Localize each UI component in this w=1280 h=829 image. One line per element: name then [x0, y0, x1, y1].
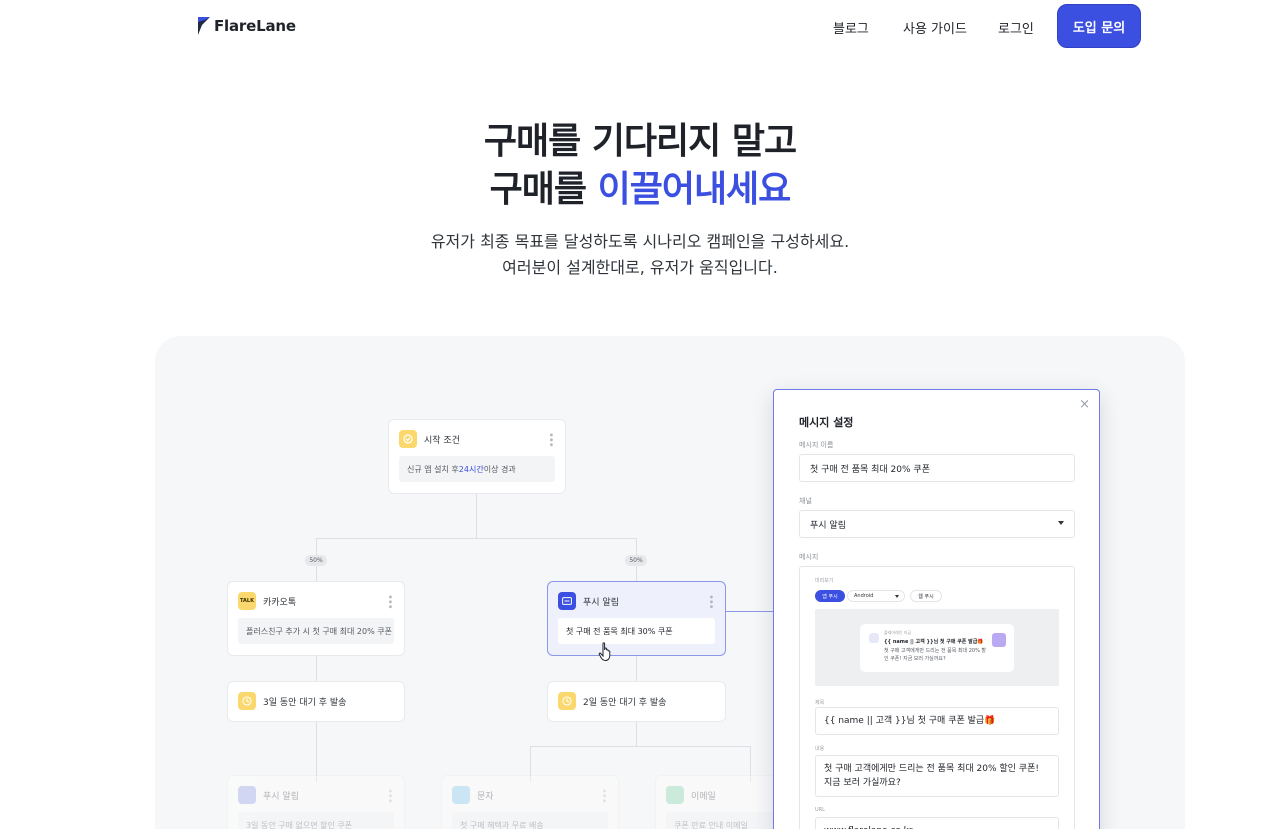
node-title: 시작 조건: [424, 435, 460, 446]
node-title: 카카오톡: [263, 597, 297, 608]
hero-title-line1: 구매를 기다리지 말고: [483, 121, 797, 162]
message-label: 메시지: [799, 553, 819, 561]
node-body: 첫 구매 혜택과 무료 배송: [452, 812, 608, 829]
bottom-sms-node[interactable]: 문자 ••• 첫 구매 혜택과 무료 배송: [441, 775, 619, 829]
message-settings-modal: 메시지 설정 × 메시지 이름 첫 구매 전 품목 최대 20% 쿠폰 채널 푸…: [773, 389, 1100, 829]
preview-label: 미리보기: [815, 578, 834, 584]
body-label: 내용: [815, 746, 825, 752]
wait-node-right[interactable]: 2일 동안 대기 후 발송: [547, 681, 726, 722]
hero-subtitle-line1: 유저가 최종 목표를 달성하도록 시나리오 캠페인을 구성하세요.: [430, 232, 850, 251]
push-title-input[interactable]: {{ name || 고객 }}님 첫 구매 쿠폰 발급🎁: [815, 707, 1059, 735]
hand-cursor-icon: [598, 642, 611, 662]
kakao-node[interactable]: TALK 카카오톡 ••• 플러스친구 추가 시 첫 구매 최대 20% 쿠폰: [227, 581, 405, 656]
title-label: 제목: [815, 700, 825, 706]
notification-card: 플레어레인 지금 {{ name || 고객 }}님 첫 구매 쿠폰 발급🎁 첫…: [860, 624, 1014, 672]
connector-line: [636, 656, 637, 681]
message-name-input[interactable]: 첫 구매 전 품목 최대 20% 쿠폰: [799, 454, 1075, 482]
logo[interactable]: FlareLane: [198, 17, 296, 35]
connector-line: [316, 656, 317, 681]
node-body: 첫 구매 전 품목 최대 30% 쿠폰: [558, 618, 715, 644]
channel-select-value: 푸시 알림: [810, 520, 846, 531]
connector-line: [316, 722, 317, 782]
bottom-push-node[interactable]: 푸시 알림 ••• 3일 동안 구매 없으면 할인 쿠폰: [227, 775, 405, 829]
hero-subtitle-line2: 여러분이 설계한대로, 유저가 움직입니다.: [502, 258, 778, 277]
connector-line: [530, 746, 750, 747]
tab-web-push[interactable]: 웹 푸시: [910, 590, 942, 602]
tab-app-push[interactable]: 앱 푸시: [815, 590, 845, 602]
push-body-input[interactable]: 첫 구매 고객에게만 드리는 전 품목 최대 20% 할인 쿠폰! 지금 보러 …: [815, 755, 1059, 797]
more-vertical-icon[interactable]: •••: [598, 788, 609, 803]
hero-title-accent: 이끌어내세요: [597, 169, 792, 210]
split-percent-badge: 50%: [625, 555, 647, 566]
node-title: 푸시 알림: [583, 597, 619, 608]
app-icon: [869, 633, 879, 643]
flarelane-logo-icon: [198, 17, 210, 35]
push-notification-icon: [558, 592, 576, 610]
send-icon: [452, 786, 470, 804]
message-name-label: 메시지 이름: [799, 441, 834, 449]
channel-label: 채널: [799, 497, 812, 505]
chevron-down-icon: [895, 595, 899, 598]
hero-title-line2: 구매를 이끌어내세요: [0, 160, 1280, 212]
close-icon[interactable]: ×: [1079, 397, 1090, 412]
connector-line: [636, 722, 637, 747]
hero-title-line2-prefix: 구매를: [489, 169, 598, 210]
contact-button[interactable]: 도입 문의: [1057, 4, 1141, 48]
logo-text: FlareLane: [214, 17, 296, 35]
node-title: 문자: [477, 791, 494, 802]
clock-icon: [558, 692, 576, 710]
node-title: 푸시 알림: [263, 791, 299, 802]
notification-image: [992, 633, 1006, 647]
nav-link-blog[interactable]: 블로그: [833, 18, 869, 37]
node-title: 3일 동안 대기 후 발송: [263, 697, 347, 708]
nav-link-guide[interactable]: 사용 가이드: [903, 18, 967, 37]
chevron-down-icon: [1058, 521, 1064, 525]
node-body: 3일 동안 구매 없으면 할인 쿠폰: [238, 812, 394, 829]
node-body: 플러스친구 추가 시 첫 구매 최대 20% 쿠폰: [238, 618, 394, 644]
message-editor: 미리보기 앱 푸시 Android 웹 푸시 플레어레인 지금 {{ name …: [799, 566, 1075, 829]
notification-body: 첫 구매 고객에게만 드리는 전 품목 최대 20% 할인 쿠폰! 지금 보러 …: [884, 648, 987, 662]
node-body: 신규 앱 설치 후 24시간 이상 경과: [399, 456, 555, 482]
start-condition-node[interactable]: 시작 조건 ••• 신규 앱 설치 후 24시간 이상 경과: [388, 419, 566, 494]
url-label: URL: [815, 807, 825, 813]
more-vertical-icon[interactable]: •••: [384, 788, 395, 803]
wait-node-left[interactable]: 3일 동안 대기 후 발송: [227, 681, 405, 722]
push-url-input[interactable]: www.flarelane.co.kr: [815, 817, 1059, 829]
connector-line: [316, 538, 637, 539]
push-notification-icon: [238, 786, 256, 804]
notification-title: {{ name || 고객 }}님 첫 구매 쿠폰 발급🎁: [884, 639, 984, 645]
check-circle-icon: [399, 430, 417, 448]
top-nav: FlareLane 블로그 사용 가이드 로그인 도입 문의: [0, 0, 1280, 54]
mail-icon: [666, 786, 684, 804]
more-vertical-icon[interactable]: •••: [705, 594, 716, 609]
channel-select[interactable]: 푸시 알림: [799, 510, 1075, 538]
more-vertical-icon[interactable]: •••: [384, 594, 395, 609]
nav-link-login[interactable]: 로그인: [998, 18, 1034, 37]
node-title: 2일 동안 대기 후 발송: [583, 697, 667, 708]
kakao-talk-icon: TALK: [238, 592, 256, 610]
modal-title: 메시지 설정: [799, 416, 854, 429]
more-vertical-icon[interactable]: •••: [545, 432, 556, 447]
split-percent-badge: 50%: [305, 555, 327, 566]
os-select[interactable]: Android: [847, 590, 905, 602]
node-title: 이메일: [691, 791, 716, 802]
connector-line: [476, 494, 477, 538]
push-preview: 플레어레인 지금 {{ name || 고객 }}님 첫 구매 쿠폰 발급🎁 첫…: [815, 609, 1059, 686]
push-node-selected[interactable]: 푸시 알림 ••• 첫 구매 전 품목 최대 30% 쿠폰: [547, 581, 726, 656]
clock-icon: [238, 692, 256, 710]
connector-line-active: [726, 611, 774, 612]
